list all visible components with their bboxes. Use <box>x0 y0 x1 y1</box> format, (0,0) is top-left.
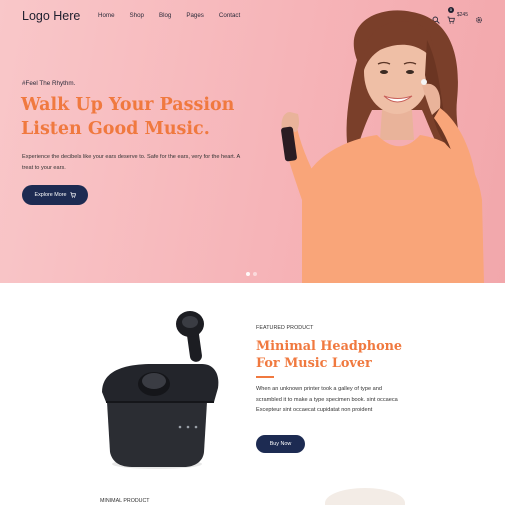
cart-small-icon <box>69 192 76 198</box>
slider-dot-1[interactable] <box>246 272 250 276</box>
featured-product-title: Minimal Headphone For Music Lover <box>256 338 402 372</box>
title-underline <box>256 376 274 378</box>
next-product-image <box>325 488 405 505</box>
hero-description: Experience the decibels like your ears d… <box>22 154 240 171</box>
minimal-product-label: MINIMAL PRODUCT <box>100 498 150 504</box>
hero-tagline: #Feel The Rhythm. <box>22 80 76 87</box>
nav-pages[interactable]: Pages <box>186 12 204 19</box>
nav-blog[interactable]: Blog <box>159 12 171 19</box>
nav-home[interactable]: Home <box>98 12 115 19</box>
featured-title-line2: For Music Lover <box>256 356 372 371</box>
explore-more-button[interactable]: Explore More <box>22 185 88 205</box>
nav-shop[interactable]: Shop <box>130 12 144 19</box>
logo[interactable]: Logo Here <box>22 9 80 23</box>
featured-product-label: FEATURED PRODUCT <box>256 325 314 331</box>
featured-product-description: When an unknown printer took a galley of… <box>256 386 398 413</box>
hero-model-image <box>281 10 484 283</box>
hero-banner: Logo Here Home Shop Blog Pages Contact 0… <box>0 0 505 283</box>
hero-headline-line1: Walk Up Your Passion <box>21 95 235 115</box>
main-nav: Home Shop Blog Pages Contact <box>98 12 255 19</box>
hero-slider-dots <box>246 272 257 276</box>
nav-contact[interactable]: Contact <box>219 12 240 19</box>
hero-headline-line2: Listen Good Music. <box>21 119 210 139</box>
featured-title-line1: Minimal Headphone <box>256 339 403 354</box>
explore-more-label: Explore More <box>34 192 67 198</box>
hero-headline: Walk Up Your Passion Listen Good Music. <box>21 93 234 141</box>
earbuds-product-image <box>102 311 219 469</box>
slider-dot-2[interactable] <box>253 272 257 276</box>
buy-now-button[interactable]: Buy Now <box>256 435 305 453</box>
